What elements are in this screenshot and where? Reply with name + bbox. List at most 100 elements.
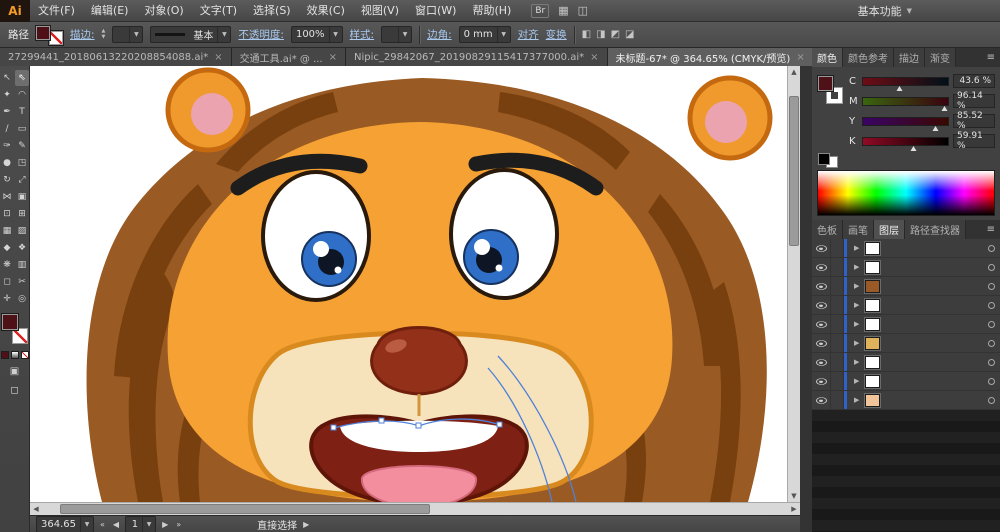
- visibility-toggle[interactable]: [812, 372, 831, 390]
- tab-gradient[interactable]: 渐变: [925, 48, 956, 67]
- layer-row[interactable]: ▶: [812, 372, 1000, 391]
- last-artboard-icon[interactable]: »: [174, 520, 183, 529]
- rectangle-tool[interactable]: ▭: [15, 121, 29, 137]
- document-tab-2[interactable]: 交通工具.ai* @ ... ×: [232, 48, 346, 66]
- visibility-toggle[interactable]: [812, 277, 831, 295]
- fill-color-swatch[interactable]: [818, 76, 833, 91]
- prev-artboard-icon[interactable]: ◀: [111, 520, 121, 529]
- align-top-icon[interactable]: ◩: [611, 29, 620, 40]
- magenta-value-field[interactable]: 96.14 %: [953, 94, 995, 108]
- column-graph-tool[interactable]: ▥: [15, 257, 29, 273]
- opacity-select[interactable]: 100% ▼: [291, 26, 343, 43]
- slider-thumb[interactable]: [932, 126, 938, 131]
- pencil-tool[interactable]: ✎: [15, 138, 29, 154]
- drawing-mode-icon[interactable]: ▣: [10, 366, 19, 378]
- layer-row[interactable]: ▶: [812, 391, 1000, 410]
- visibility-toggle[interactable]: [812, 353, 831, 371]
- visibility-toggle[interactable]: [812, 391, 831, 409]
- layer-thumbnail[interactable]: [865, 242, 880, 255]
- close-icon[interactable]: ×: [329, 52, 337, 63]
- corner-value-field[interactable]: 0 mm ▼: [459, 26, 511, 43]
- cyan-value-field[interactable]: 43.6 %: [953, 74, 995, 88]
- slider-track[interactable]: [862, 97, 949, 106]
- gradient-button[interactable]: [11, 351, 19, 359]
- slider-track[interactable]: [862, 77, 949, 86]
- menu-view[interactable]: 视图(V): [353, 0, 407, 22]
- visibility-toggle[interactable]: [812, 296, 831, 314]
- corner-link[interactable]: 边角:: [427, 27, 452, 42]
- menu-help[interactable]: 帮助(H): [464, 0, 519, 22]
- opacity-link[interactable]: 不透明度:: [238, 27, 284, 42]
- arrange-documents-icon[interactable]: ▦: [558, 4, 568, 17]
- lock-toggle[interactable]: [831, 372, 844, 390]
- visibility-toggle[interactable]: [812, 315, 831, 333]
- lock-toggle[interactable]: [831, 334, 844, 352]
- direct-selection-tool[interactable]: ⇖: [15, 70, 29, 86]
- bridge-icon[interactable]: Br: [531, 4, 549, 18]
- first-artboard-icon[interactable]: «: [98, 520, 107, 529]
- expand-icon[interactable]: ▶: [854, 396, 865, 404]
- layer-row[interactable]: ▶: [812, 353, 1000, 372]
- expand-icon[interactable]: ▶: [854, 244, 865, 252]
- style-link[interactable]: 样式:: [350, 27, 375, 42]
- zoom-level-select[interactable]: 364.65 ▼: [36, 516, 94, 532]
- lock-toggle[interactable]: [831, 239, 844, 257]
- layer-row[interactable]: ▶: [812, 258, 1000, 277]
- workspace-switcher[interactable]: 基本功能 ▼: [858, 3, 912, 19]
- layer-thumbnail[interactable]: [865, 299, 880, 312]
- expand-icon[interactable]: ▶: [854, 377, 865, 385]
- menu-window[interactable]: 窗口(W): [407, 0, 464, 22]
- horizontal-scrollbar[interactable]: ◀ ▶: [30, 502, 800, 515]
- stroke-swatch[interactable]: [49, 31, 63, 45]
- layer-thumbnail[interactable]: [865, 394, 880, 407]
- slider-track[interactable]: [862, 137, 949, 146]
- eraser-tool[interactable]: ◳: [15, 155, 29, 171]
- menu-edit[interactable]: 编辑(E): [83, 0, 137, 22]
- lock-toggle[interactable]: [831, 315, 844, 333]
- screen-mode-icon[interactable]: ◻: [10, 385, 18, 397]
- align-left-icon[interactable]: ◧: [582, 29, 591, 40]
- target-icon[interactable]: [988, 245, 995, 252]
- document-tab-active[interactable]: 未标题-67* @ 364.65% (CMYK/预览) ×: [608, 48, 814, 66]
- target-icon[interactable]: [988, 378, 995, 385]
- stroke-weight-select[interactable]: ▼: [112, 26, 143, 43]
- line-segment-tool[interactable]: ∕: [0, 121, 14, 137]
- layer-row[interactable]: ▶: [812, 296, 1000, 315]
- menu-effect[interactable]: 效果(C): [299, 0, 353, 22]
- scroll-up-icon[interactable]: ▲: [788, 66, 800, 78]
- black-swatch[interactable]: [818, 153, 830, 165]
- visibility-toggle[interactable]: [812, 239, 831, 257]
- layer-row[interactable]: ▶: [812, 334, 1000, 353]
- slice-tool[interactable]: ✂: [15, 274, 29, 290]
- artboard-select[interactable]: 1 ▼: [125, 516, 156, 532]
- none-button[interactable]: [21, 351, 29, 359]
- yellow-value-field[interactable]: 85.52 %: [953, 114, 995, 128]
- target-icon[interactable]: [988, 264, 995, 271]
- tab-pathfinder[interactable]: 路径查找器: [905, 220, 966, 239]
- align-center-icon[interactable]: ◨: [596, 29, 605, 40]
- slider-track[interactable]: [862, 117, 949, 126]
- layer-thumbnail[interactable]: [865, 261, 880, 274]
- tab-color-guide[interactable]: 颜色参考: [843, 48, 894, 67]
- menu-object[interactable]: 对象(O): [136, 0, 191, 22]
- scroll-down-icon[interactable]: ▼: [788, 490, 800, 502]
- stroke-weight-steppers[interactable]: ▲▼: [102, 29, 106, 40]
- align-bottom-icon[interactable]: ◪: [625, 29, 634, 40]
- black-value-field[interactable]: 59.91 %: [953, 134, 995, 148]
- paintbrush-tool[interactable]: ✑: [0, 138, 14, 154]
- tab-brushes[interactable]: 画笔: [843, 220, 874, 239]
- fill-color-swatch[interactable]: [2, 314, 18, 330]
- gradient-tool[interactable]: ▨: [15, 223, 29, 239]
- blob-brush-tool[interactable]: ●: [0, 155, 14, 171]
- document-tab-1[interactable]: 27299441_20180613220208854088.ai* ×: [0, 48, 232, 66]
- target-icon[interactable]: [988, 321, 995, 328]
- scroll-right-icon[interactable]: ▶: [788, 503, 800, 515]
- screen-layout-icon[interactable]: ◫: [578, 4, 588, 17]
- close-icon[interactable]: ×: [590, 52, 598, 63]
- artboard-tool[interactable]: ◻: [0, 274, 14, 290]
- lock-toggle[interactable]: [831, 391, 844, 409]
- fill-swatch[interactable]: [36, 26, 50, 40]
- close-icon[interactable]: ×: [796, 52, 804, 63]
- mesh-tool[interactable]: ▦: [0, 223, 14, 239]
- scroll-left-icon[interactable]: ◀: [30, 503, 42, 515]
